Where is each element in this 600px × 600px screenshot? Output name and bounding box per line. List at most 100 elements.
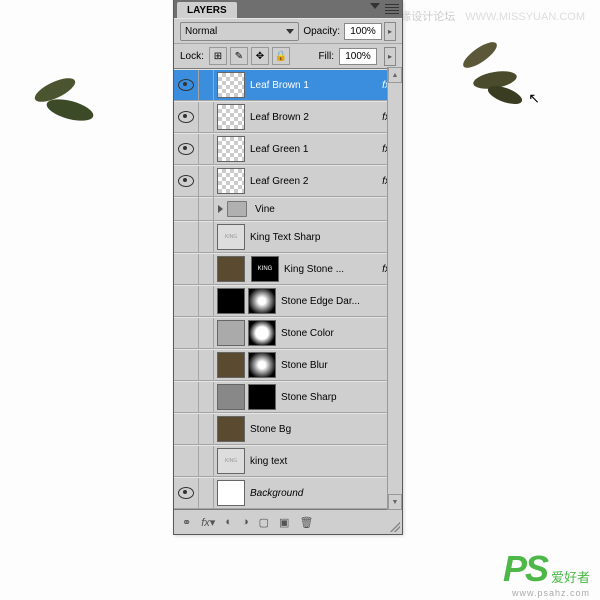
layer-thumbnail[interactable]: KING — [217, 448, 245, 474]
link-col[interactable] — [199, 70, 214, 100]
visibility-toggle[interactable] — [174, 166, 199, 196]
resize-grip-icon[interactable] — [390, 522, 400, 532]
fill-input[interactable]: 100% — [339, 48, 377, 65]
collapse-icon[interactable] — [370, 3, 380, 9]
layer-row[interactable]: Leaf Brown 2fx▽ — [174, 101, 402, 133]
layer-mask-thumbnail[interactable] — [248, 288, 276, 314]
layer-mask-thumbnail[interactable] — [248, 384, 276, 410]
lock-pixels-icon[interactable]: ✎ — [230, 47, 248, 65]
layer-row[interactable]: KINGking text — [174, 445, 402, 477]
visibility-toggle[interactable] — [174, 382, 199, 412]
layer-name[interactable]: king text — [248, 456, 402, 467]
new-layer-icon[interactable]: ▣ — [279, 516, 289, 529]
folder-icon — [227, 201, 247, 217]
group-icon[interactable]: ▢ — [259, 516, 269, 529]
opacity-input[interactable]: 100% — [344, 23, 382, 40]
layer-name[interactable]: Vine — [253, 204, 402, 215]
link-col[interactable] — [199, 382, 214, 412]
visibility-toggle[interactable] — [174, 102, 199, 132]
layer-thumbnail[interactable]: KING — [251, 256, 279, 282]
layer-name[interactable]: Stone Sharp — [279, 392, 402, 403]
delete-layer-icon[interactable]: 🗑 — [299, 516, 313, 529]
layer-thumbnail[interactable] — [217, 104, 245, 130]
layer-row[interactable]: Stone Edge Dar... — [174, 285, 402, 317]
scroll-down-icon[interactable]: ▼ — [388, 494, 402, 510]
visibility-toggle[interactable] — [174, 222, 199, 252]
scroll-up-icon[interactable]: ▲ — [388, 67, 402, 83]
layer-thumbnail[interactable] — [217, 136, 245, 162]
link-col[interactable] — [199, 102, 214, 132]
link-col[interactable] — [199, 194, 214, 224]
link-col[interactable] — [199, 134, 214, 164]
link-col[interactable] — [199, 222, 214, 252]
folder-toggle-icon[interactable] — [218, 205, 223, 213]
link-col[interactable] — [199, 286, 214, 316]
layer-thumbnail[interactable] — [217, 416, 245, 442]
lock-all-icon[interactable]: 🔒 — [272, 47, 290, 65]
layer-name[interactable]: Leaf Green 1 — [248, 144, 382, 155]
visibility-toggle[interactable] — [174, 70, 199, 100]
layer-name[interactable]: King Text Sharp — [248, 232, 402, 243]
layer-row[interactable]: Background🔒 — [174, 477, 402, 509]
adjustment-layer-icon[interactable]: ◑ — [242, 516, 249, 528]
layer-row[interactable]: Leaf Brown 1fx▽ — [174, 69, 402, 101]
fill-flyout-icon[interactable] — [384, 47, 396, 66]
layer-thumbnail[interactable] — [217, 168, 245, 194]
layer-name[interactable]: Leaf Green 2 — [248, 176, 382, 187]
panel-menu-icon[interactable] — [385, 2, 399, 16]
link-col[interactable] — [199, 318, 214, 348]
layer-row[interactable]: Vine — [174, 197, 402, 221]
layer-name[interactable]: Stone Edge Dar... — [279, 296, 402, 307]
link-col[interactable] — [199, 446, 214, 476]
layer-name[interactable]: King Stone ... — [282, 264, 382, 275]
layer-name[interactable]: Stone Bg — [248, 424, 402, 435]
layer-thumbnail[interactable] — [217, 352, 245, 378]
layer-row[interactable]: Stone Color — [174, 317, 402, 349]
link-col[interactable] — [199, 350, 214, 380]
layer-row[interactable]: KINGKing Text Sharp — [174, 221, 402, 253]
layer-thumbnail[interactable] — [217, 72, 245, 98]
layer-name[interactable]: Leaf Brown 1 — [248, 80, 382, 91]
layer-thumbnail[interactable]: KING — [217, 224, 245, 250]
layer-row[interactable]: Leaf Green 1fx▽ — [174, 133, 402, 165]
visibility-toggle[interactable] — [174, 318, 199, 348]
scrollbar[interactable]: ▲ ▼ — [387, 67, 402, 510]
link-layers-icon[interactable]: ⚭ — [182, 516, 191, 529]
layer-mask-thumbnail[interactable] — [248, 352, 276, 378]
layer-thumbnail[interactable] — [217, 320, 245, 346]
layer-mask-icon[interactable]: ◐ — [225, 516, 232, 528]
visibility-toggle[interactable] — [174, 350, 199, 380]
visibility-toggle[interactable] — [174, 134, 199, 164]
link-col[interactable] — [199, 254, 214, 284]
layer-name[interactable]: Leaf Brown 2 — [248, 112, 382, 123]
layer-row[interactable]: Stone Bg — [174, 413, 402, 445]
lock-transparency-icon[interactable]: ⊞ — [209, 47, 227, 65]
layer-thumbnail[interactable] — [217, 384, 245, 410]
layer-row[interactable]: Stone Blur — [174, 349, 402, 381]
visibility-toggle[interactable] — [174, 414, 199, 444]
layers-panel: LAYERS Normal Opacity: 100% Lock: ⊞ ✎ ✥ … — [173, 0, 403, 535]
layer-row[interactable]: KINGKing Stone ...fx▽ — [174, 253, 402, 285]
link-col[interactable] — [199, 414, 214, 444]
layer-thumbnail[interactable] — [217, 480, 245, 506]
layer-row[interactable]: Leaf Green 2fx▽ — [174, 165, 402, 197]
visibility-toggle[interactable] — [174, 286, 199, 316]
fx-menu-icon[interactable]: fx▾ — [201, 516, 215, 529]
layer-thumbnail[interactable] — [217, 288, 245, 314]
link-col[interactable] — [199, 166, 214, 196]
layer-name[interactable]: Background — [248, 488, 386, 499]
layer-row[interactable]: Stone Sharp — [174, 381, 402, 413]
visibility-toggle[interactable] — [174, 478, 199, 508]
layer-mask-thumbnail[interactable] — [248, 320, 276, 346]
visibility-toggle[interactable] — [174, 254, 199, 284]
visibility-toggle[interactable] — [174, 446, 199, 476]
visibility-toggle[interactable] — [174, 194, 199, 224]
lock-position-icon[interactable]: ✥ — [251, 47, 269, 65]
link-col[interactable] — [199, 478, 214, 508]
opacity-flyout-icon[interactable] — [384, 22, 396, 41]
layers-tab[interactable]: LAYERS — [177, 2, 237, 18]
layer-name[interactable]: Stone Blur — [279, 360, 402, 371]
layer-name[interactable]: Stone Color — [279, 328, 402, 339]
layer-thumbnail[interactable] — [217, 256, 245, 282]
blend-mode-select[interactable]: Normal — [180, 22, 299, 41]
